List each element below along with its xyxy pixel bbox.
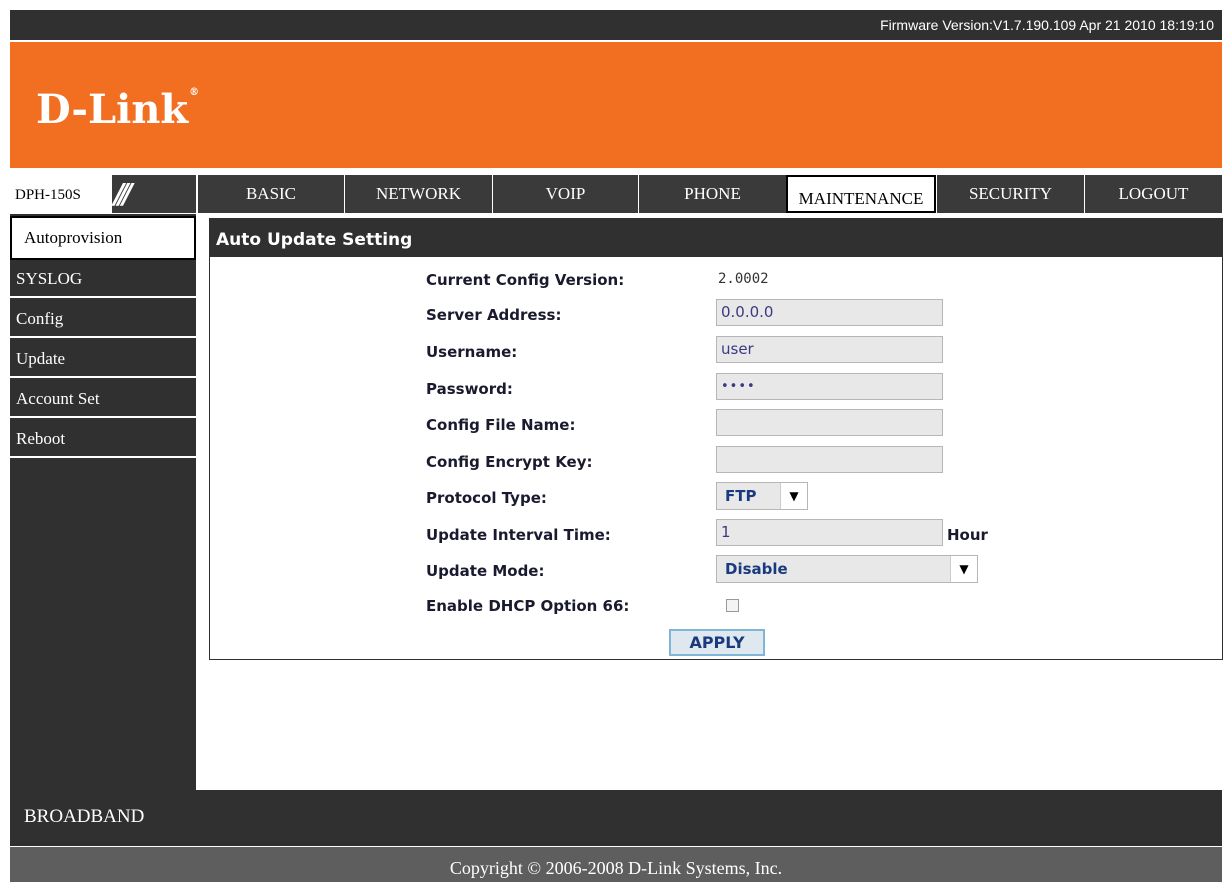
tab-maintenance[interactable]: MAINTENANCE [786,175,936,213]
update-mode-select[interactable]: Disable ▼ [716,555,978,583]
update-mode-value: Disable [725,560,788,578]
logo-text: D-Link [36,86,189,133]
config-encrypt-key-label: Config Encrypt Key: [426,453,593,471]
dhcp-option-66-label: Enable DHCP Option 66: [426,597,630,615]
sidebar-item-syslog[interactable]: SYSLOG [10,260,196,298]
update-interval-input[interactable]: 1 [716,519,943,546]
broadband-label: BROADBAND [24,806,145,827]
auto-update-panel: Auto Update Setting Current Config Versi… [209,218,1223,660]
tab-network[interactable]: NETWORK [344,175,492,213]
config-file-name-label: Config File Name: [426,416,576,434]
sidebar-item-config[interactable]: Config [10,300,196,338]
apply-button[interactable]: APPLY [669,629,765,656]
tab-logout[interactable]: LOGOUT [1084,175,1222,213]
tab-basic[interactable]: BASIC [198,175,344,213]
password-label: Password: [426,380,513,398]
sidebar: Autoprovision SYSLOG Config Update Accou… [10,214,196,790]
dlink-logo: D-Link® [36,86,199,133]
sidebar-item-reboot[interactable]: Reboot [10,420,196,458]
copyright-text: Copyright © 2006-2008 D-Link Systems, In… [449,858,783,878]
current-config-version-label: Current Config Version: [426,271,625,289]
protocol-type-value: FTP [725,487,757,505]
sidebar-item-autoprovision[interactable]: Autoprovision [10,216,196,260]
tab-voip[interactable]: VOIP [492,175,638,213]
broadband-bar: BROADBAND [10,790,1222,846]
current-config-version-value: 2.0002 [718,271,769,287]
slashes-decoration: /// [114,177,133,210]
copyright-bar: Copyright © 2006-2008 D-Link Systems, In… [10,847,1222,882]
server-address-label: Server Address: [426,306,562,324]
brand-header: D-Link® [10,42,1222,168]
config-encrypt-key-input[interactable] [716,446,943,473]
dhcp-option-66-checkbox[interactable] [726,599,739,612]
panel-title: Auto Update Setting [210,219,1222,257]
username-input[interactable]: user [716,336,943,363]
update-interval-label: Update Interval Time: [426,526,611,544]
firmware-bar: Firmware Version:V1.7.190.109 Apr 21 201… [10,10,1222,40]
sidebar-item-account-set[interactable]: Account Set [10,380,196,418]
server-address-input[interactable]: 0.0.0.0 [716,299,943,326]
update-mode-label: Update Mode: [426,562,545,580]
tab-phone[interactable]: PHONE [638,175,786,213]
model-bar: DPH-150S /// [10,175,196,213]
password-input[interactable]: •••• [716,373,943,400]
update-interval-unit: Hour [947,526,988,544]
protocol-type-label: Protocol Type: [426,489,547,507]
chevron-down-icon: ▼ [780,483,807,509]
config-file-name-input[interactable] [716,409,943,436]
firmware-version: Firmware Version:V1.7.190.109 Apr 21 201… [880,17,1214,33]
chevron-down-icon: ▼ [950,556,977,582]
registered-mark: ® [189,86,200,98]
main-nav: BASIC NETWORK VOIP PHONE MAINTENANCE SEC… [198,175,1222,213]
model-label: DPH-150S [10,175,112,213]
tab-security[interactable]: SECURITY [936,175,1084,213]
sidebar-item-update[interactable]: Update [10,340,196,378]
protocol-type-select[interactable]: FTP ▼ [716,482,808,510]
username-label: Username: [426,343,518,361]
